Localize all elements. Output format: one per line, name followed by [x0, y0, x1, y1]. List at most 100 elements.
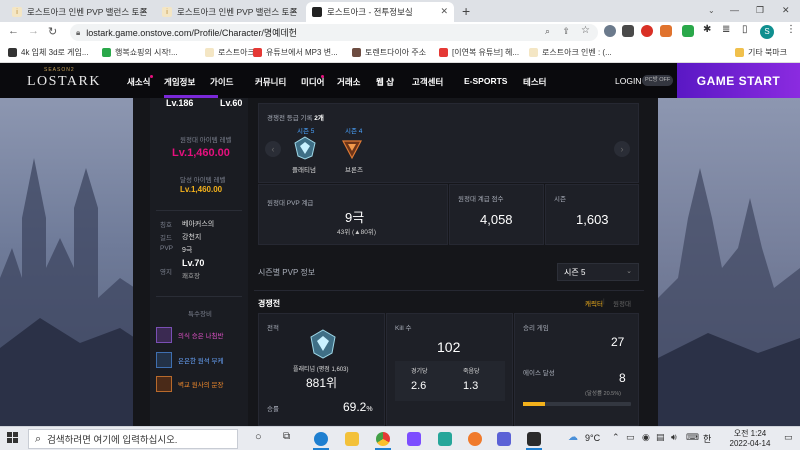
nav-web-shop[interactable]: 웹 샵 [376, 76, 394, 88]
nav-news[interactable]: 새소식 [127, 76, 150, 88]
sidebar-icon[interactable]: ▯ [742, 24, 748, 35]
bookmark-item[interactable]: 유튜브에서 MP3 변... [253, 47, 338, 58]
chrome-icon[interactable] [376, 432, 390, 446]
next-arrow-icon[interactable]: › [614, 141, 630, 157]
bookmark-item[interactable]: 토렌트다이아 주소 [352, 47, 426, 58]
forward-icon[interactable]: → [28, 25, 39, 37]
bookmark-item[interactable]: [이연복 유튜브] 헤... [439, 47, 519, 58]
clock-date[interactable]: 2022-04-14 [722, 439, 778, 448]
extension-icon[interactable] [682, 25, 694, 37]
pcbang-toggle[interactable]: PC방 OFF [642, 75, 674, 86]
kills-value: 102 [437, 339, 461, 355]
language-icon[interactable]: ⌨ [686, 432, 699, 443]
nav-esports[interactable]: E-SPORTS [464, 76, 507, 86]
notification-icon[interactable]: ▭ [784, 432, 793, 443]
game-start-button[interactable]: GAME START [677, 63, 800, 98]
close-icon[interactable]: ✕ [440, 6, 448, 17]
nvidia-icon[interactable]: ◉ [642, 432, 650, 443]
special-item[interactable]: 은은한 원석 부케 [156, 352, 223, 368]
close-icon[interactable]: ✕ [140, 6, 148, 17]
task-view-icon[interactable]: ⧉ [283, 431, 290, 442]
share-icon[interactable]: ⇪ [562, 26, 570, 37]
nav-market[interactable]: 거래소 [337, 76, 360, 88]
cortana-icon[interactable]: ○ [255, 431, 262, 443]
volume-icon[interactable]: 🔊︎ [671, 432, 677, 443]
new-tab-icon[interactable]: + [462, 3, 470, 19]
weather-temp[interactable]: 9°C [585, 433, 600, 443]
back-icon[interactable]: ← [8, 25, 19, 37]
ime-indicator[interactable]: 한 [703, 432, 711, 445]
bookmark-item[interactable]: 로스트아크 인벤 : (... [529, 47, 612, 58]
app-icon[interactable] [407, 432, 421, 446]
windows-start-icon[interactable] [7, 432, 19, 444]
winrate-label: 승률 [267, 406, 279, 413]
window-close-icon[interactable]: ✕ [782, 5, 790, 16]
puzzle-icon[interactable]: ✱ [703, 24, 711, 35]
reading-list-icon[interactable]: ≣ [722, 24, 730, 35]
close-icon[interactable]: ✕ [290, 6, 298, 17]
bookmark-label: 로스트아크 인벤 : (... [542, 48, 612, 57]
bookmark-label: 4k 입체 3d로 게임... [21, 48, 89, 57]
season-dropdown[interactable]: 시즌 5 ⌄ [557, 263, 639, 281]
record-card: 전적 플래티넘 (평점 1,603) 881위 승률 69.2% [258, 313, 385, 426]
special-item[interactable]: 의식 승은 나침반 [156, 327, 223, 343]
special-item[interactable]: 벽교 원사의 문장 [156, 376, 223, 392]
avatar[interactable]: S [760, 25, 774, 39]
other-bookmarks[interactable]: 기타 북마크 [735, 47, 787, 58]
restore-icon[interactable]: ❐ [756, 5, 764, 16]
nav-community[interactable]: 커뮤니티 [255, 76, 286, 88]
nav-tester[interactable]: 테스터 [523, 76, 546, 88]
tab-search-icon[interactable]: ⌄ [708, 6, 715, 15]
address-bar[interactable]: 🔒︎ lostark.game.onstove.com/Profile/Char… [70, 24, 598, 41]
nav-guide[interactable]: 가이드 [210, 76, 233, 88]
castle-silhouette [0, 158, 150, 426]
background-art-left [0, 98, 150, 426]
bookmark-item[interactable]: 로스트아크 [205, 47, 255, 58]
reload-icon[interactable]: ↻ [48, 25, 57, 38]
login-link[interactable]: LOGIN [615, 76, 641, 86]
taskbar-search[interactable]: ⌕ 검색하려면 여기에 입력하십시오. [28, 429, 238, 449]
chevron-up-icon[interactable]: ⌃ [612, 432, 620, 443]
kills-card: Kill 수 102 경기당 2.6 죽음당 1.3 [386, 313, 513, 426]
prev-arrow-icon[interactable]: ‹ [265, 141, 281, 157]
tab-expedition[interactable]: 원정대 [613, 298, 631, 308]
site-nav: SEASON2 LOSTARK 새소식 게임정보 가이드 커뮤니티 미디어 거래… [0, 63, 800, 98]
compass-icon [156, 327, 172, 343]
nav-game-info[interactable]: 게임정보 [164, 76, 195, 88]
extension-icon[interactable] [660, 25, 672, 37]
pvp-rank-label: 원정대 PVP 계급 [267, 200, 314, 207]
season-dropdown-value: 시즌 5 [564, 267, 586, 277]
tab-lostark[interactable]: 로스트아크 - 전투정보실 ✕ [306, 2, 454, 22]
kill-breakdown: 경기당 2.6 죽음당 1.3 [395, 361, 505, 401]
app-tray-icon[interactable]: ▭ [626, 432, 635, 443]
title-label: 칭호 [160, 222, 172, 229]
inven-favicon: i [162, 7, 172, 17]
extension-icon[interactable] [641, 25, 653, 37]
tab-character[interactable]: 캐릭터 [585, 298, 603, 308]
tab-inven-1[interactable]: i 로스트아크 인벤 PVP 밸런스 토론 ✕ [6, 2, 154, 22]
tab-inven-2[interactable]: i 로스트아크 인벤 PVP 밸런스 토론 ✕ [156, 2, 304, 22]
zoom-icon[interactable]: ⌕ [545, 26, 550, 37]
weather-icon[interactable]: ☁ [568, 432, 578, 443]
wins-label: 승리 게임 [523, 325, 549, 332]
edge-icon[interactable] [314, 432, 328, 446]
bookmark-item[interactable]: 행복쇼핑의 시작!... [102, 47, 178, 58]
discord-icon[interactable] [497, 432, 511, 446]
bookmark-item[interactable]: 4k 입체 3d로 게임... [8, 47, 88, 58]
network-icon[interactable]: ▤ [656, 432, 665, 443]
extension-icon[interactable] [622, 25, 634, 37]
site-logo[interactable]: LOSTARK [27, 74, 101, 90]
minimize-icon[interactable]: — [730, 5, 739, 15]
app-icon[interactable] [438, 432, 452, 446]
explorer-icon[interactable] [345, 432, 359, 446]
lostark-icon[interactable] [527, 432, 541, 446]
menu-icon[interactable]: ⋮ [786, 24, 796, 35]
clock-time[interactable]: 오전 1:24 [728, 428, 772, 439]
ace-rate: (달성률 20.5%) [585, 391, 621, 397]
extension-icon[interactable] [604, 25, 616, 37]
app-icon[interactable] [468, 432, 482, 446]
bookmark-star-icon[interactable]: ☆ [581, 25, 590, 36]
bouquet-icon [156, 352, 172, 368]
season-score-value: 1,603 [576, 212, 609, 227]
nav-support[interactable]: 고객센터 [412, 76, 443, 88]
